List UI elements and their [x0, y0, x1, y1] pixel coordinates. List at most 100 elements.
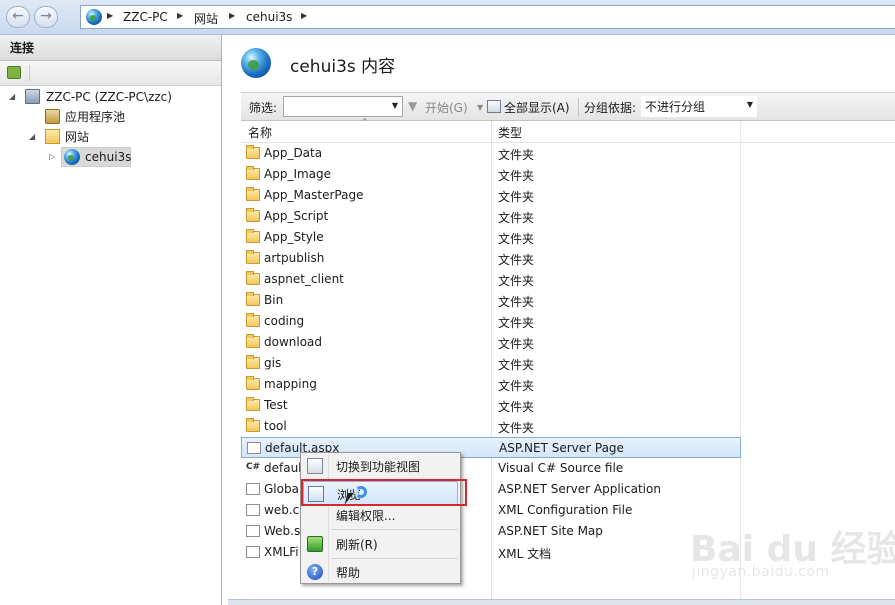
- list-row[interactable]: download 文件夹: [241, 332, 741, 353]
- list-row-type: ASP.NET Server Application: [498, 482, 661, 496]
- folder-icon: [246, 145, 260, 159]
- menu-separator: [331, 558, 458, 559]
- connections-pane: 连接 ◢ ZZC-PC (ZZC-PC\zzc) 应用程序池 ◢ 网站 ▷ ce…: [0, 35, 222, 605]
- list-header: 名称 ⌃ 类型: [241, 118, 895, 143]
- list-row[interactable]: tool 文件夹: [241, 416, 741, 437]
- xml-file-icon: [246, 546, 260, 558]
- start-dropdown-icon[interactable]: ▼: [477, 103, 483, 112]
- list-row[interactable]: aspnet_client 文件夹: [241, 269, 741, 290]
- tree-item-server[interactable]: ZZC-PC (ZZC-PC\zzc): [46, 88, 172, 106]
- folder-icon: [246, 271, 260, 285]
- list-row[interactable]: App_Image 文件夹: [241, 164, 741, 185]
- menu-item-edit-permissions[interactable]: 编辑权限...: [303, 503, 458, 527]
- list-row[interactable]: Test 文件夹: [241, 395, 741, 416]
- highlight-annotation: [301, 479, 467, 506]
- list-row[interactable]: App_Data 文件夹: [241, 143, 741, 164]
- breadcrumb-sites[interactable]: 网站: [194, 10, 218, 27]
- menu-separator: [331, 529, 458, 530]
- asax-file-icon: [246, 483, 260, 495]
- tree-item-app-pools[interactable]: 应用程序池: [65, 108, 125, 126]
- list-row-name: defaul: [264, 461, 302, 475]
- toolbar-divider: [578, 98, 579, 116]
- menu-item-help[interactable]: ? 帮助: [303, 560, 458, 584]
- sites-folder-icon: [45, 129, 60, 144]
- collapse-arrow-icon[interactable]: ◢: [9, 92, 15, 101]
- list-row-type: 文件夹: [498, 400, 535, 414]
- menu-item-feature-view[interactable]: 切换到功能视图: [303, 454, 458, 478]
- folder-icon: [246, 376, 260, 390]
- list-row[interactable]: App_Script 文件夹: [241, 206, 741, 227]
- filter-label: 筛选:: [249, 101, 278, 115]
- column-header-type[interactable]: 类型: [498, 124, 522, 141]
- back-button[interactable]: ←: [6, 6, 30, 28]
- connections-title: 连接: [0, 35, 221, 61]
- feature-view-icon: [307, 458, 323, 474]
- sitemap-file-icon: [246, 525, 260, 537]
- expand-arrow-icon[interactable]: ▷: [49, 152, 55, 161]
- list-row[interactable]: coding 文件夹: [241, 311, 741, 332]
- breadcrumb-site[interactable]: cehui3s: [246, 10, 292, 24]
- menu-item-refresh[interactable]: 刷新(R): [303, 532, 458, 556]
- tree-item-cehui3s[interactable]: cehui3s: [85, 148, 131, 166]
- watermark-url: jingyan.baidu.com: [692, 564, 830, 580]
- list-row-name: download: [264, 335, 323, 349]
- globe-icon: [86, 9, 102, 25]
- list-row[interactable]: artpublish 文件夹: [241, 248, 741, 269]
- aspx-file-icon: [247, 442, 261, 454]
- list-row[interactable]: App_MasterPage 文件夹: [241, 185, 741, 206]
- list-row-name: App_Data: [264, 146, 323, 160]
- show-all-button[interactable]: 全部显示(A): [504, 99, 570, 116]
- filter-input[interactable]: ▼: [283, 96, 403, 117]
- globe-icon: [64, 149, 80, 165]
- collapse-arrow-icon[interactable]: ◢: [29, 132, 35, 141]
- column-header-name[interactable]: 名称: [248, 124, 272, 141]
- baidu-watermark: Bai du 经验 jingyan.baidu.com: [690, 520, 895, 590]
- list-row-type: 文件夹: [498, 379, 535, 393]
- start-button[interactable]: 开始(G): [425, 99, 468, 116]
- menu-item-label: 刷新(R): [336, 538, 378, 552]
- list-row-type: XML 文档: [498, 547, 552, 561]
- refresh-icon: [307, 536, 323, 552]
- list-row[interactable]: App_Style 文件夹: [241, 227, 741, 248]
- address-bar[interactable]: ▶ ZZC-PC ▶ 网站 ▶ cehui3s ▶: [80, 5, 895, 29]
- list-row[interactable]: Bin 文件夹: [241, 290, 741, 311]
- globe-icon: [241, 48, 271, 78]
- list-row-type: 文件夹: [498, 337, 535, 351]
- create-connection-icon[interactable]: [7, 66, 21, 79]
- forward-button[interactable]: →: [34, 6, 58, 28]
- address-toolbar: ← → ▶ ZZC-PC ▶ 网站 ▶ cehui3s ▶: [0, 0, 895, 35]
- breadcrumb-separator-icon: ▶: [301, 11, 308, 20]
- folder-icon: [246, 334, 260, 348]
- breadcrumb-host[interactable]: ZZC-PC: [123, 10, 168, 24]
- folder-icon: [246, 292, 260, 306]
- menu-item-label: 编辑权限...: [336, 509, 396, 523]
- toolbar-divider: [29, 65, 30, 81]
- list-row-name: App_Image: [264, 167, 332, 181]
- list-row-type: 文件夹: [498, 232, 535, 246]
- list-row-type: 文件夹: [498, 253, 535, 267]
- list-row-type: 文件夹: [498, 295, 535, 309]
- tree-item-sites[interactable]: 网站: [65, 128, 89, 146]
- list-row-type: 文件夹: [498, 316, 535, 330]
- list-row-type: 文件夹: [498, 169, 535, 183]
- list-row-name: Test: [264, 398, 288, 412]
- group-by-value: 不进行分组: [645, 100, 706, 114]
- list-row-name: Web.s: [264, 524, 301, 538]
- folder-icon: [246, 166, 260, 180]
- folder-icon: [246, 313, 260, 327]
- group-by-select[interactable]: 不进行分组 ▼: [641, 96, 757, 117]
- list-row-type: 文件夹: [498, 211, 535, 225]
- list-row[interactable]: gis 文件夹: [241, 353, 741, 374]
- folder-icon: [246, 187, 260, 201]
- app-pool-icon: [45, 109, 60, 124]
- csharp-file-icon: C#: [246, 462, 261, 472]
- list-row-type: 文件夹: [498, 190, 535, 204]
- connections-toolbar: [0, 61, 221, 86]
- sort-up-icon: ⌃: [361, 118, 369, 128]
- help-icon: ?: [307, 564, 323, 580]
- list-row[interactable]: mapping 文件夹: [241, 374, 741, 395]
- bottom-view-tabs[interactable]: [228, 599, 895, 605]
- list-row-name: mapping: [264, 377, 317, 391]
- start-funnel-icon: ▼: [408, 99, 418, 113]
- menu-item-label: 帮助: [336, 566, 361, 580]
